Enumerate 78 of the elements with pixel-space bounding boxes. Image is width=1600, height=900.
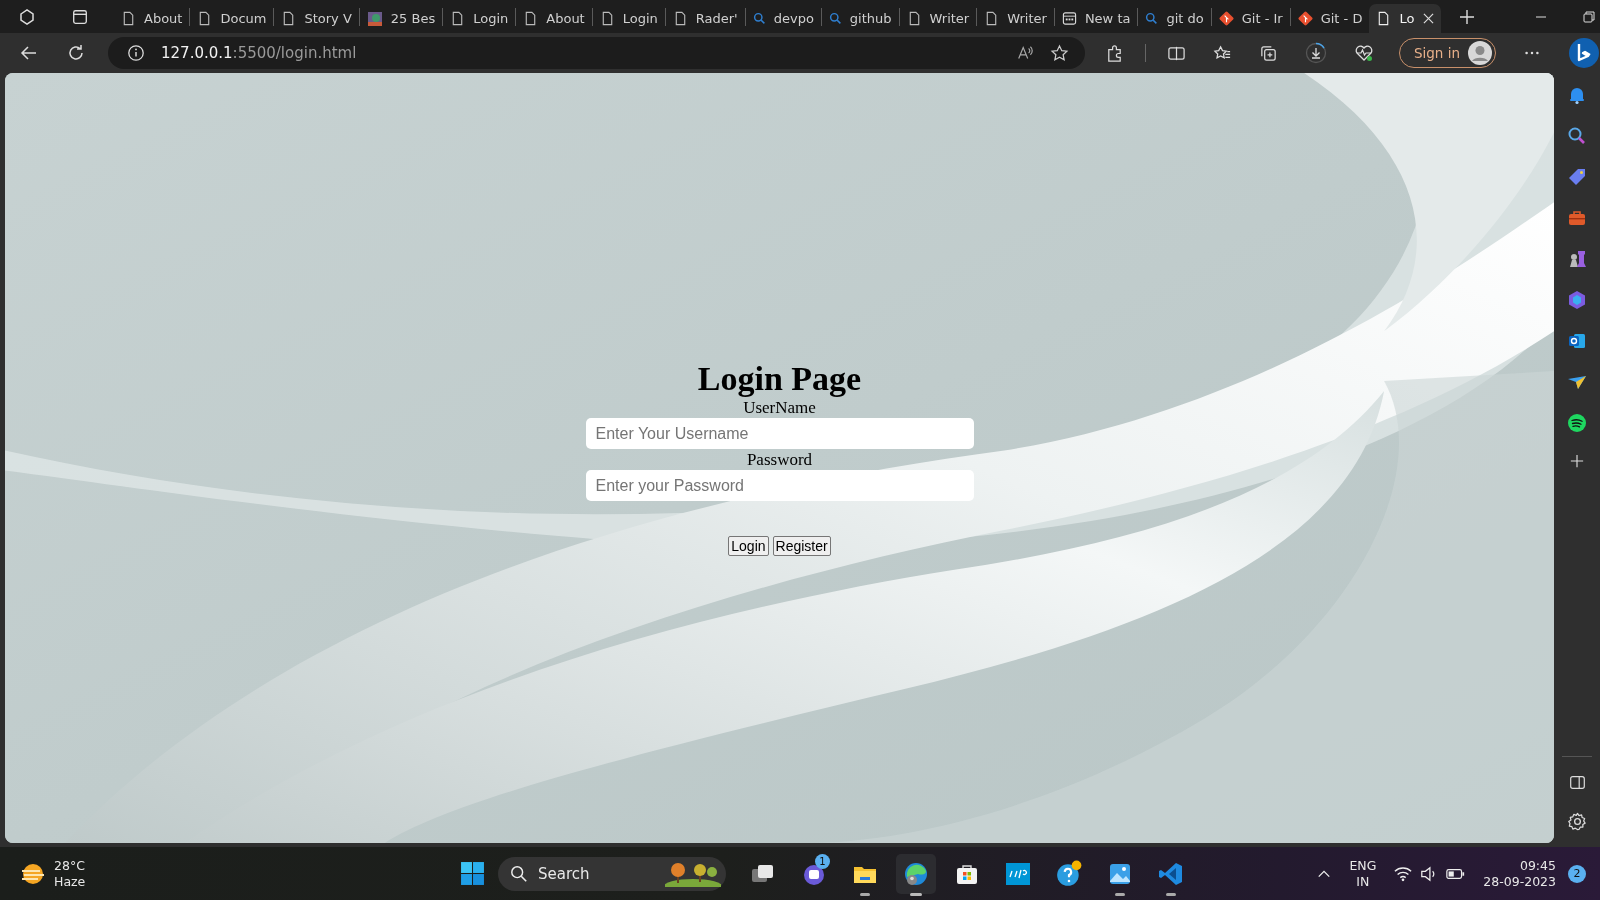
- form-button[interactable]: Register: [772, 536, 831, 556]
- browser-tab[interactable]: Rader': [665, 4, 745, 33]
- close-icon[interactable]: [1423, 13, 1435, 24]
- new-tab-plus-icon[interactable]: [1459, 8, 1476, 25]
- input-field[interactable]: Enter Your Username: [585, 418, 974, 449]
- url-host: 127.0.0.1: [161, 44, 233, 62]
- notification-badge: 1: [815, 853, 830, 869]
- search-icon: [828, 12, 842, 25]
- search-icon: [752, 12, 766, 25]
- git-icon: [1218, 11, 1234, 26]
- star-icon[interactable]: [1049, 43, 1069, 63]
- field-label: Password: [746, 450, 813, 470]
- toolbox-icon[interactable]: [1567, 208, 1587, 228]
- hp-app-icon: [1005, 860, 1031, 887]
- running-indicator: [910, 892, 922, 896]
- browser-icon: [903, 860, 929, 887]
- wifi-icon[interactable]: [1394, 864, 1413, 883]
- browser-tab[interactable]: Git - Ir: [1211, 4, 1290, 33]
- search-icon: [1145, 12, 1159, 25]
- restore-icon[interactable]: [1583, 10, 1596, 23]
- sidebar-panel-icon[interactable]: [1568, 774, 1586, 791]
- browser-tab[interactable]: devpo: [745, 4, 821, 33]
- page-icon: [121, 11, 136, 26]
- clock[interactable]: 09:45 28-09-2023: [1483, 857, 1556, 890]
- browser-tab[interactable]: git do: [1138, 4, 1211, 33]
- search-icon: [510, 864, 528, 883]
- address-bar[interactable]: 127.0.0.1:5500/login.html: [108, 37, 1085, 69]
- weather-condition: Haze: [54, 873, 86, 890]
- tab-actions-icon[interactable]: [71, 7, 89, 26]
- notification-count[interactable]: 2: [1568, 864, 1586, 883]
- browser-tab[interactable]: 25 Bes: [359, 4, 443, 33]
- input-field[interactable]: Enter your Password: [585, 470, 974, 501]
- field-label: UserName: [743, 398, 816, 418]
- browser-tab[interactable]: Writer: [899, 4, 977, 33]
- start-icon[interactable]: [460, 861, 485, 886]
- copilot-icon[interactable]: [1568, 37, 1600, 69]
- git-icon: [1297, 11, 1313, 26]
- browser-tab[interactable]: About: [114, 4, 190, 33]
- form-button[interactable]: Login: [728, 536, 769, 556]
- code-editor-icon: [1158, 860, 1184, 887]
- search-icon[interactable]: [1567, 126, 1587, 146]
- new-tab-icon: [1061, 11, 1077, 26]
- bell-icon[interactable]: [1567, 85, 1587, 105]
- browser-tab[interactable]: New ta: [1054, 4, 1138, 33]
- settings-icon[interactable]: [1567, 812, 1587, 831]
- running-indicator: [1115, 892, 1125, 896]
- browser-tab[interactable]: Git - D: [1290, 4, 1370, 33]
- help-icon: [1055, 859, 1083, 888]
- download-icon[interactable]: [1304, 42, 1327, 64]
- info-icon[interactable]: [127, 44, 145, 62]
- avatar-icon: [1468, 41, 1492, 65]
- temperature: 28°C: [54, 857, 86, 874]
- browser-tab[interactable]: Story V: [274, 4, 359, 33]
- browser-tab[interactable]: Writer: [977, 4, 1054, 33]
- collections-icon[interactable]: [1258, 43, 1278, 63]
- add-icon[interactable]: [1570, 454, 1584, 468]
- heart-pulse-icon[interactable]: [1353, 43, 1374, 63]
- page-heading: Login Page: [697, 360, 862, 398]
- workspaces-icon[interactable]: [17, 6, 37, 27]
- language-indicator[interactable]: ENG IN: [1349, 857, 1377, 890]
- thumbnail-icon: [366, 10, 383, 27]
- taskbar-app[interactable]: [896, 853, 936, 894]
- office-icon[interactable]: [1567, 290, 1587, 310]
- running-indicator: [860, 892, 870, 896]
- chess-pieces-icon[interactable]: [1567, 249, 1587, 269]
- browser-tab[interactable]: Lo: [1369, 4, 1442, 33]
- browser-tab[interactable]: github: [821, 4, 899, 33]
- browser-tab[interactable]: Login: [443, 4, 516, 33]
- browser-tab[interactable]: About: [516, 4, 592, 33]
- music-app-icon[interactable]: [1567, 413, 1587, 433]
- browser-tab[interactable]: Login: [592, 4, 665, 33]
- mail-app-icon[interactable]: [1567, 331, 1587, 351]
- url-path: :5500/login.html: [232, 44, 357, 62]
- tag-icon[interactable]: [1567, 167, 1587, 187]
- taskbar-app[interactable]: 1: [794, 853, 834, 894]
- refresh-icon[interactable]: [66, 43, 86, 63]
- browser-tab[interactable]: Docum: [190, 4, 274, 33]
- running-indicator: [1166, 892, 1176, 896]
